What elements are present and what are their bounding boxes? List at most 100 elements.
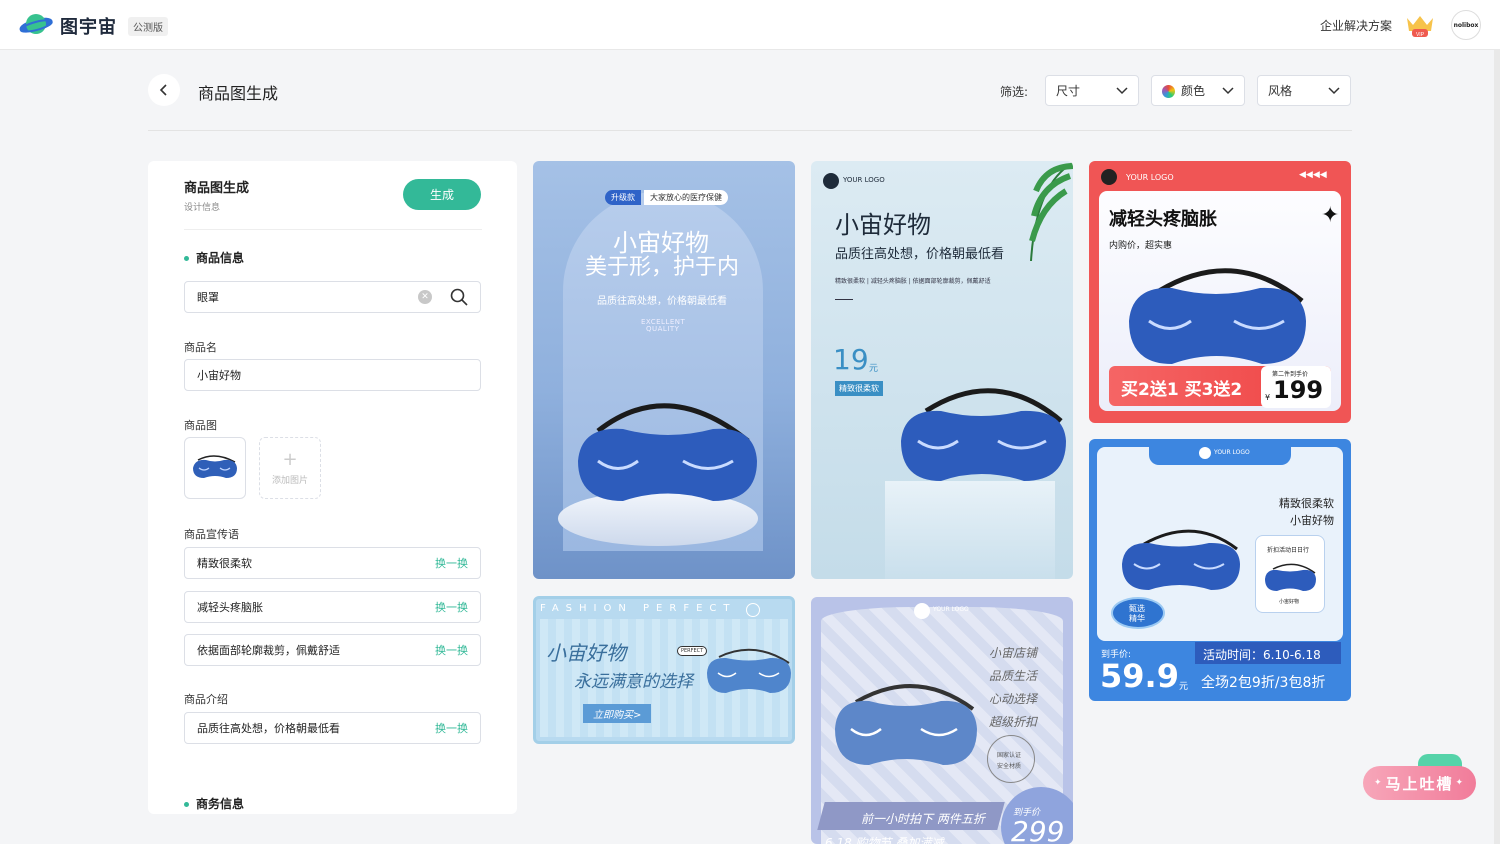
card2-price: 19 (833, 343, 869, 376)
card3-currency: ¥ (1265, 393, 1271, 402)
card5-t2: 永远满意的选择 (574, 672, 693, 692)
card4-price: 59.9 (1100, 657, 1179, 695)
logo-mark-icon (914, 603, 930, 619)
scrollbar[interactable] (1494, 50, 1500, 844)
swap-button[interactable]: 换一换 (435, 642, 468, 658)
filter-style-label: 风格 (1268, 84, 1293, 98)
design-info-panel: 商品图生成 设计信息 生成 商品信息 眼罩 ✕ 商品名 小宙好物 商品图 + 添… (148, 161, 517, 814)
logo-mark-icon (746, 603, 760, 617)
back-button[interactable] (148, 74, 180, 106)
panel-subtitle: 设计信息 (184, 203, 221, 213)
card4-t1: 精致很柔软 (1279, 497, 1334, 510)
plus-icon: + (282, 448, 298, 470)
short-divider (835, 299, 853, 300)
result-card-1[interactable]: 升级款 大家放心的医疗保健 小宙好物 美于形，护于内 品质往高处想，价格朝最低看… (533, 161, 795, 579)
card2-small: 精致很柔软 | 减轻头疼脑胀 | 依据面部轮廓裁剪，佩戴舒适 (835, 278, 991, 285)
chevron-left-icon (159, 84, 167, 96)
slogan-input-3[interactable]: 依据面部轮廓裁剪，佩戴舒适 换一换 (184, 634, 481, 666)
card3-title: 减轻头疼脑胀 (1109, 209, 1217, 230)
card2-sub: 品质往高处想，价格朝最低看 (835, 247, 1005, 262)
page-title: 商品图生成 (198, 84, 279, 103)
slogan-input-1[interactable]: 精致很柔软 换一换 (184, 547, 481, 579)
card6-line3: 心动选择 (989, 692, 1038, 706)
card4-seal2: 精华 (1129, 614, 1145, 623)
card6-line1: 小宙店铺 (989, 646, 1038, 660)
filter-color-select[interactable]: 颜色 (1151, 75, 1245, 106)
search-value: 眼罩 (197, 291, 219, 304)
card6-bottom: 前一小时拍下 两件五折 (861, 812, 985, 826)
filter-size-label: 尺寸 (1056, 84, 1081, 98)
card3-sub: 内购价，超实惠 (1109, 241, 1173, 251)
card4-t2: 小宙好物 (1290, 514, 1334, 527)
sparkle-icon: ✦ (1455, 778, 1466, 788)
result-card-5[interactable]: FASHION PERFECT 小宙好物 永远满意的选择 PERFECT 立即购… (533, 596, 795, 744)
card6-line4: 超级折扣 (989, 715, 1038, 729)
panel-title: 商品图生成 (184, 181, 250, 196)
card1-title2: 美于形，护于内 (585, 255, 740, 280)
eye-mask-image (1122, 529, 1240, 590)
swap-button[interactable]: 换一换 (435, 555, 468, 571)
product-name-label: 商品名 (184, 341, 217, 354)
result-card-4[interactable]: YOUR LOGO 精致很柔软 小宙好物 折扣活动日日行 小宙好物 甄选 精华 … (1089, 439, 1351, 701)
top-bar: 图宇宙 公测版 企业解决方案 VIP nolibox (0, 0, 1500, 50)
badge-desc: 大家放心的医疗保健 (644, 190, 728, 205)
chevron-down-icon (1116, 86, 1128, 94)
result-card-3[interactable]: YOUR LOGO ◀◀◀◀ 减轻头疼脑胀 ✦ 内购价，超实惠 买2送1 买3送… (1089, 161, 1351, 423)
section-dot (184, 256, 189, 261)
intro-input[interactable]: 品质往高处想，价格朝最低看 换一换 (184, 712, 481, 744)
product-search-input[interactable]: 眼罩 ✕ (184, 281, 481, 313)
card6-bottom2: 6.18 购物节 叠加满减 (825, 836, 944, 844)
result-card-2[interactable]: YOUR LOGO 小宙好物 品质往高处想，价格朝最低看 精致很柔软 | 减轻头… (811, 161, 1073, 579)
card4-unit: 元 (1179, 682, 1189, 692)
eye-mask-image (835, 684, 977, 765)
logo-mark-icon (1199, 447, 1211, 459)
product-image-thumbnail[interactable] (184, 437, 246, 499)
product-image-label: 商品图 (184, 419, 217, 432)
card5-t1: 小宙好物 (546, 641, 626, 665)
enterprise-link[interactable]: 企业解决方案 (1320, 17, 1392, 34)
swap-button[interactable]: 换一换 (435, 599, 468, 615)
clear-icon[interactable]: ✕ (418, 290, 432, 304)
filter-label: 筛选: (1000, 85, 1029, 99)
eye-mask-image (578, 403, 757, 501)
card1-sub: 品质往高处想，价格朝最低看 (597, 296, 727, 307)
card2-unit: 元 (869, 364, 879, 374)
chevron-down-icon (1222, 86, 1234, 94)
card5-perfect: PERFECT (677, 646, 708, 656)
planet-logo-icon[interactable] (18, 10, 54, 40)
slogan-input-2[interactable]: 减轻头疼脑胀 换一换 (184, 591, 481, 623)
sparkle-icon: ✦ (1321, 203, 1340, 228)
search-icon[interactable] (450, 288, 468, 306)
filter-color-label: 颜色 (1181, 84, 1206, 98)
card6-seal1: 国家认证 (997, 752, 1022, 759)
sparkle-icon: ✦ (1373, 778, 1384, 788)
filter-size-select[interactable]: 尺寸 (1045, 75, 1139, 106)
swap-button[interactable]: 换一换 (435, 720, 468, 736)
user-avatar[interactable]: nolibox (1451, 10, 1481, 40)
logo-mark-icon (1101, 169, 1117, 185)
eye-mask-image (901, 388, 1066, 481)
card3-price: 199 (1273, 376, 1324, 404)
palm-leaf-icon (1029, 161, 1073, 261)
eye-mask-image (1129, 268, 1306, 364)
add-image-button[interactable]: + 添加图片 (259, 437, 321, 499)
svg-text:VIP: VIP (1416, 32, 1425, 38)
brand-name[interactable]: 图宇宙 (60, 13, 117, 39)
beta-badge: 公测版 (128, 17, 168, 36)
feedback-button[interactable]: ✦ 马上吐槽 ✦ (1363, 766, 1476, 800)
card6-price: 299 (1011, 815, 1065, 844)
pedestal-box (885, 481, 1055, 579)
result-card-6[interactable]: YOUR LOGO 小宙店铺 品质生活 心动选择 超级折扣 国家认证 安全材质 … (811, 597, 1073, 844)
card6-line2: 品质生活 (989, 669, 1038, 683)
vip-crown-icon[interactable]: VIP (1404, 12, 1436, 38)
product-name-input[interactable]: 小宙好物 (184, 359, 481, 391)
header-divider (148, 130, 1352, 131)
arrow-icons: ◀◀◀◀ (1299, 170, 1327, 180)
card4-deal: 全场2包9折/3包8折 (1201, 675, 1326, 691)
filter-style-select[interactable]: 风格 (1257, 75, 1351, 106)
card3-logo: YOUR LOGO (1126, 173, 1174, 182)
card4-mini1: 折扣活动日日行 (1267, 547, 1310, 554)
card1-en2: QUALITY (646, 325, 680, 333)
card5-buy-button: 立即购买> (583, 704, 652, 723)
generate-button[interactable]: 生成 (403, 179, 481, 210)
